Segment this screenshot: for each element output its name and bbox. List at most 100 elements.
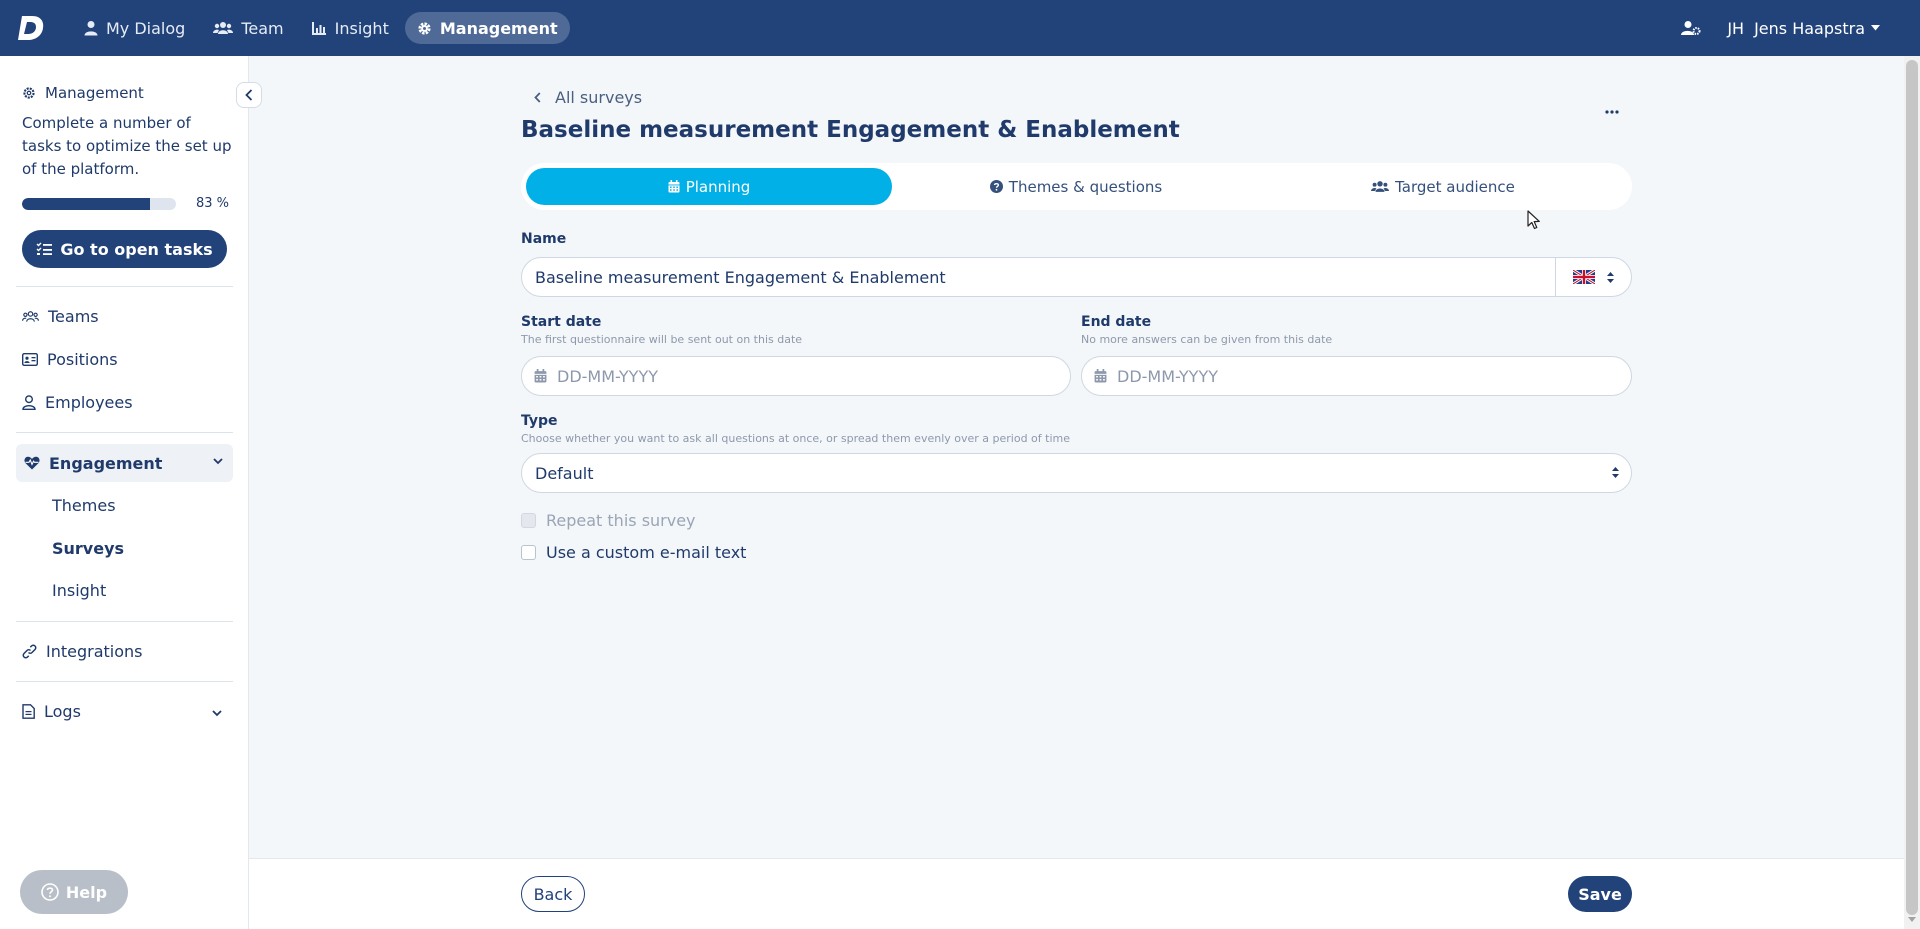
chevron-down-icon[interactable]: [212, 710, 222, 717]
nav-team-label: Team: [241, 18, 284, 38]
dialog-logo[interactable]: [16, 13, 46, 43]
sidebar-collapse-button[interactable]: [236, 82, 262, 108]
user-icon: [22, 394, 36, 410]
save-button[interactable]: Save: [1568, 876, 1632, 912]
tab-planning[interactable]: Planning: [526, 168, 892, 205]
nav-management[interactable]: Management: [404, 12, 570, 44]
sidebar-item-logs[interactable]: Logs: [22, 697, 232, 725]
sidebar-subitem-themes[interactable]: Themes: [52, 496, 116, 515]
sidebar-item-employees[interactable]: Employees: [22, 388, 232, 416]
custom-email-checkbox[interactable]: [521, 545, 536, 560]
tab-target-audience[interactable]: Target audience: [1260, 168, 1626, 205]
heartbeat-icon: [24, 456, 40, 470]
sidebar-item-integrations-label: Integrations: [46, 641, 143, 661]
management-title: Management: [45, 84, 144, 102]
chevron-left-icon: [245, 89, 253, 101]
calendar-icon: [668, 180, 680, 193]
name-field[interactable]: Baseline measurement Engagement & Enable…: [521, 257, 1632, 297]
name-label: Name: [521, 231, 567, 247]
chevron-left-icon: [534, 92, 541, 103]
user-icon: [84, 21, 98, 36]
file-text-icon: [22, 703, 35, 719]
question-circle-icon: [989, 180, 1003, 193]
ellipsis-icon: [1605, 110, 1619, 114]
sidebar-item-teams-label: Teams: [48, 306, 99, 326]
sidebar-item-positions-label: Positions: [47, 349, 118, 369]
breadcrumb-all-surveys[interactable]: All surveys: [555, 88, 642, 107]
nav-my-dialog-label: My Dialog: [106, 18, 186, 38]
tasks-progress-label: 83 %: [196, 196, 230, 211]
language-select[interactable]: [1555, 258, 1631, 296]
dialog-logo-icon: [18, 16, 44, 40]
breadcrumb[interactable]: All surveys: [534, 88, 642, 107]
chart-icon: [311, 22, 326, 35]
sidebar-subitem-insight[interactable]: Insight: [52, 581, 106, 600]
scrollbar-thumb[interactable]: [1906, 60, 1918, 915]
user-settings-icon[interactable]: [1681, 20, 1701, 36]
users-icon: [213, 22, 234, 34]
custom-email-option[interactable]: Use a custom e-mail text: [521, 543, 746, 562]
nav-management-label: Management: [439, 18, 558, 38]
sort-icon: [1612, 467, 1619, 478]
help-button[interactable]: Help: [20, 870, 128, 914]
list-check-icon: [36, 242, 53, 255]
tab-themes-questions-label: Themes & questions: [1008, 177, 1163, 196]
mouse-cursor-icon: [1527, 210, 1540, 230]
start-date-input[interactable]: DD-MM-YYYY: [521, 356, 1071, 396]
calendar-icon: [534, 369, 547, 383]
gear-icon: [23, 87, 35, 99]
uk-flag-icon: [1573, 270, 1595, 284]
link-icon: [22, 644, 37, 658]
tab-themes-questions[interactable]: Themes & questions: [893, 168, 1259, 205]
sidebar-item-engagement-label: Engagement: [49, 453, 163, 473]
form-footer: [249, 858, 1904, 929]
scroll-down-arrow-icon[interactable]: [1908, 917, 1916, 923]
user-menu[interactable]: Jens Haapstra: [1754, 19, 1880, 38]
nav-team[interactable]: Team: [201, 12, 295, 44]
type-select[interactable]: Default: [521, 453, 1632, 493]
management-header: Management: [22, 84, 144, 102]
user-area: JH Jens Haapstra: [1681, 0, 1880, 56]
end-date-input[interactable]: DD-MM-YYYY: [1081, 356, 1632, 396]
end-date-placeholder: DD-MM-YYYY: [1117, 366, 1218, 386]
name-value[interactable]: Baseline measurement Engagement & Enable…: [522, 268, 1555, 287]
start-date-label: Start date: [521, 314, 602, 330]
nav-insight-label: Insight: [334, 18, 389, 38]
gear-icon: [418, 21, 431, 35]
sidebar-item-engagement[interactable]: Engagement: [16, 444, 233, 482]
sidebar-item-integrations[interactable]: Integrations: [22, 637, 232, 665]
user-name: Jens Haapstra: [1754, 18, 1865, 38]
help-label: Help: [65, 882, 108, 902]
sidebar-item-positions[interactable]: Positions: [22, 345, 232, 373]
repeat-survey-option[interactable]: Repeat this survey: [521, 511, 696, 530]
nav-my-dialog[interactable]: My Dialog: [72, 12, 197, 44]
management-description: Complete a number of tasks to optimize t…: [22, 114, 232, 178]
start-date-placeholder: DD-MM-YYYY: [557, 366, 658, 386]
question-circle-icon: [41, 883, 59, 901]
sidebar-divider: [16, 681, 233, 682]
users-icon: [22, 310, 39, 322]
back-button[interactable]: Back: [521, 876, 585, 912]
type-value: Default: [535, 463, 594, 483]
sidebar-subitem-surveys[interactable]: Surveys: [52, 539, 124, 558]
repeat-survey-checkbox[interactable]: [521, 513, 536, 528]
tasks-progress-bar: [22, 198, 176, 210]
sidebar-item-teams[interactable]: Teams: [22, 302, 232, 330]
type-label: Type: [521, 413, 558, 429]
more-options-button[interactable]: [1600, 103, 1624, 121]
page-title: Baseline measurement Engagement & Enable…: [521, 117, 1180, 143]
user-initials: JH: [1727, 18, 1745, 38]
start-date-hint: The first questionnaire will be sent out…: [521, 333, 803, 346]
tasks-progress-fill: [22, 198, 150, 210]
type-hint: Choose whether you want to ask all quest…: [521, 432, 1071, 445]
go-to-open-tasks-button[interactable]: Go to open tasks: [22, 230, 227, 268]
sidebar-item-employees-label: Employees: [45, 392, 133, 412]
go-to-open-tasks-label: Go to open tasks: [60, 239, 213, 259]
calendar-icon: [1094, 369, 1107, 383]
tab-planning-label: Planning: [685, 177, 751, 196]
sidebar-divider: [16, 432, 233, 433]
top-navbar: My Dialog Team Insight Management JH Jen…: [0, 0, 1920, 56]
nav-insight[interactable]: Insight: [300, 12, 401, 44]
id-card-icon: [22, 352, 38, 366]
caret-down-icon: [1871, 25, 1880, 31]
